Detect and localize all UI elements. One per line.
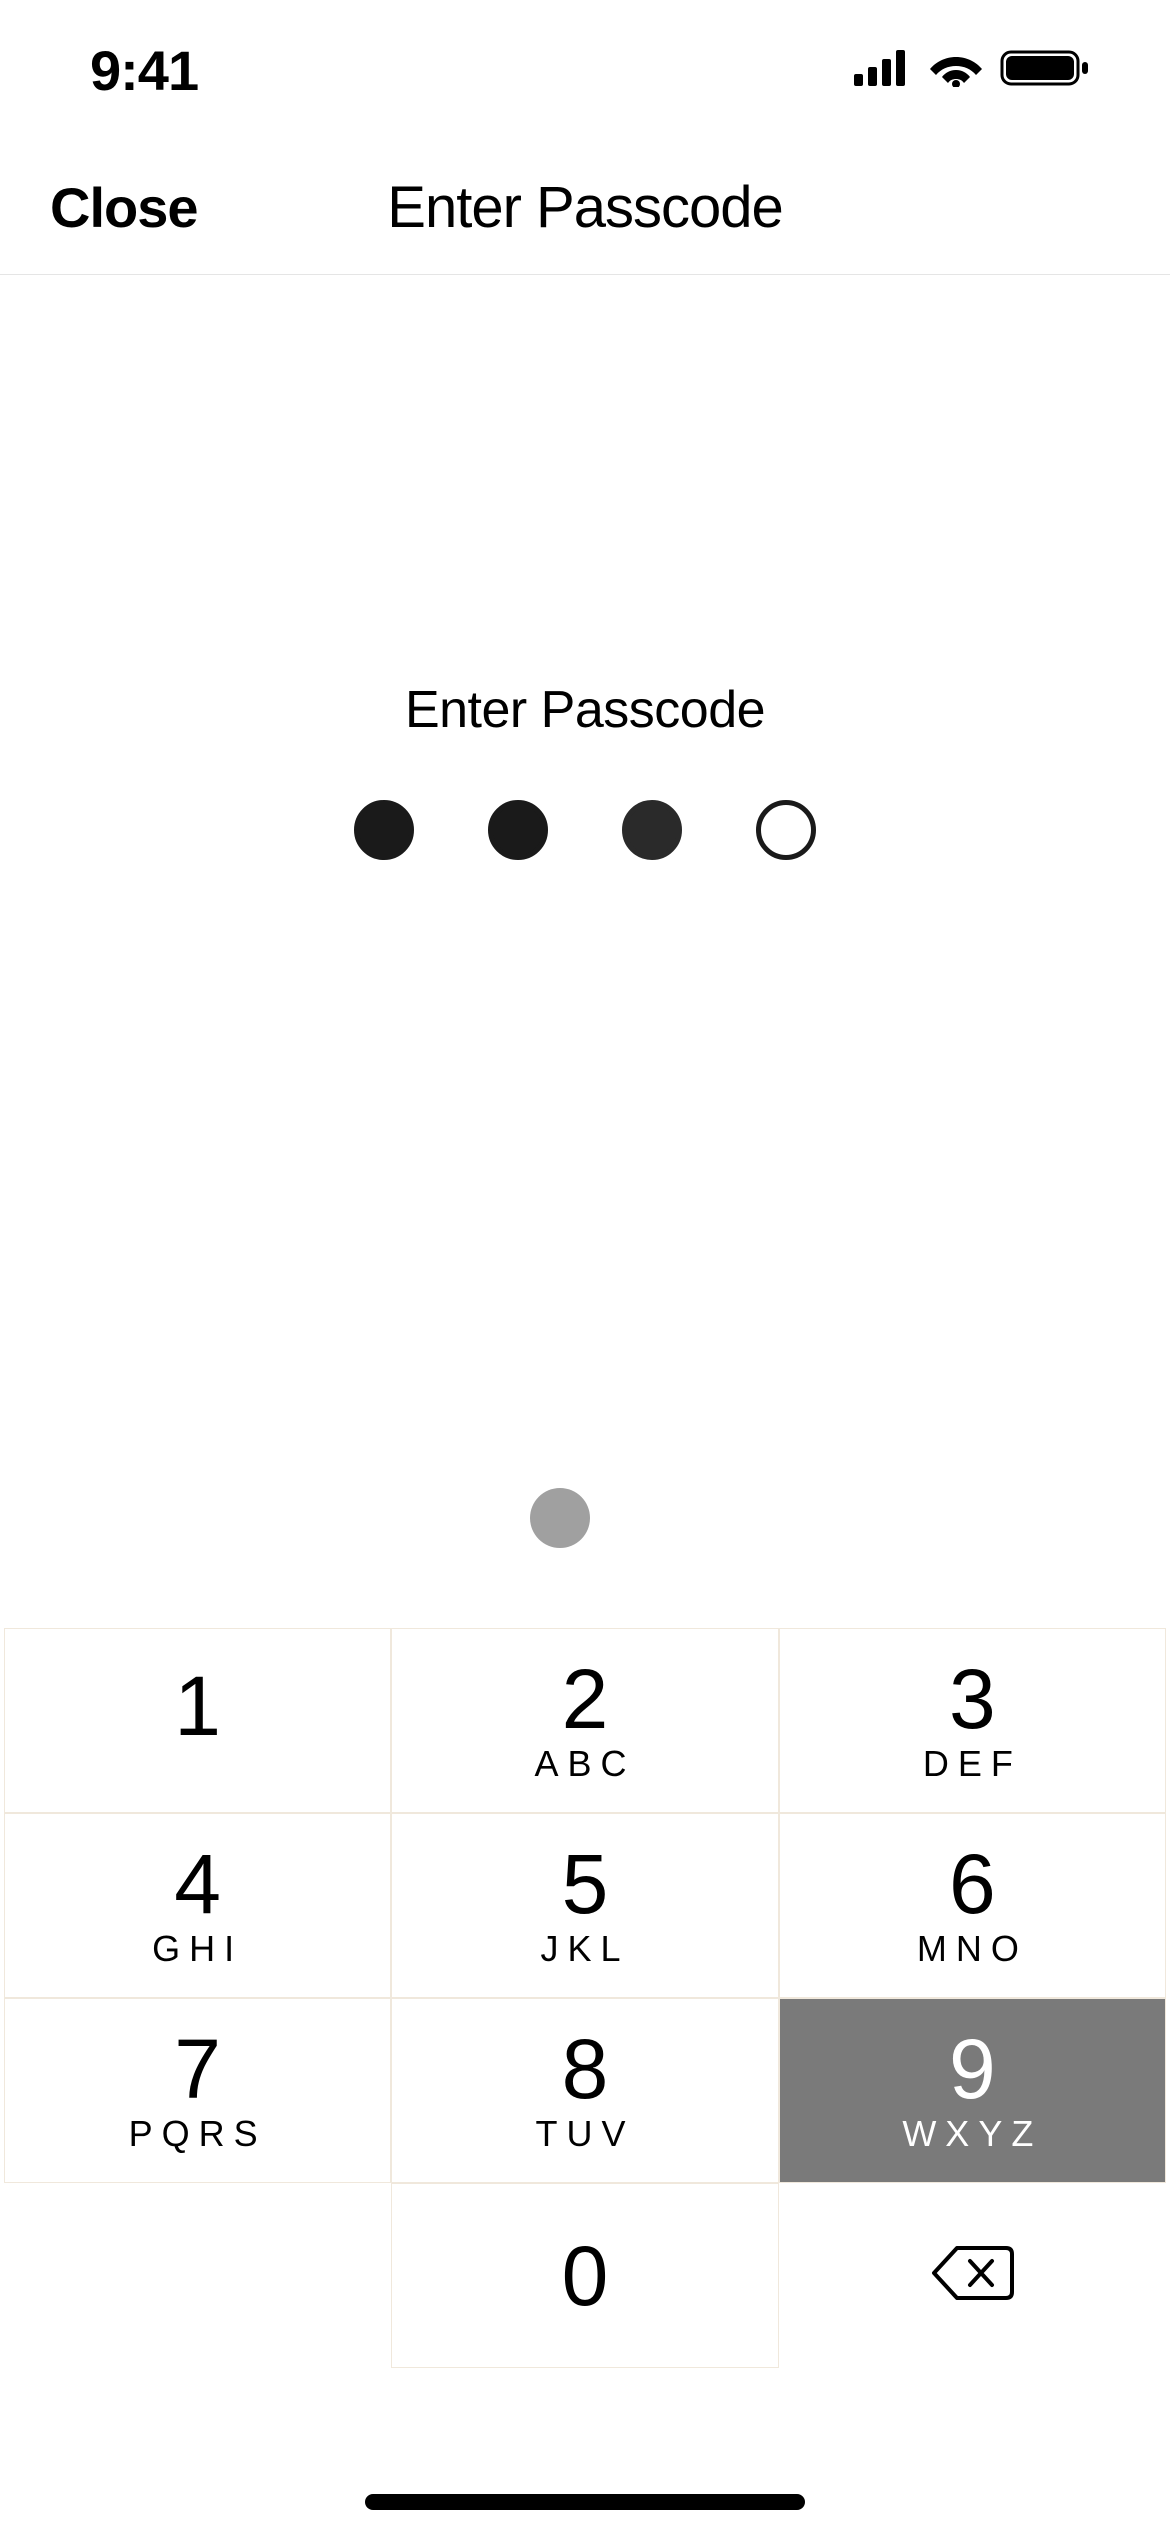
key-letters: TUV <box>535 2113 634 2155</box>
key-number: 0 <box>562 2234 609 2318</box>
passcode-prompt-area: Enter Passcode <box>0 680 1170 860</box>
key-letters: JKL <box>540 1928 629 1970</box>
status-bar: 9:41 <box>0 0 1170 140</box>
passcode-prompt-label: Enter Passcode <box>405 680 765 740</box>
keypad-key-9[interactable]: 9 WXYZ <box>779 1998 1166 2183</box>
keypad-backspace-button[interactable] <box>779 2183 1166 2368</box>
key-letters: GHI <box>152 1928 243 1970</box>
cellular-icon <box>854 50 912 91</box>
close-button[interactable]: Close <box>50 175 198 240</box>
keypad-key-blank <box>4 2183 391 2368</box>
status-time: 9:41 <box>90 38 198 103</box>
keypad-key-4[interactable]: 4 GHI <box>4 1813 391 1998</box>
passcode-dot <box>622 800 682 860</box>
key-letters: MNO <box>917 1928 1028 1970</box>
nav-header: Close Enter Passcode <box>0 140 1170 275</box>
touch-indicator <box>530 1488 590 1548</box>
keypad-key-0[interactable]: 0 <box>391 2183 778 2368</box>
backspace-icon <box>930 2244 1014 2307</box>
passcode-dots <box>354 800 816 860</box>
passcode-dot <box>756 800 816 860</box>
keypad-key-3[interactable]: 3 DEF <box>779 1628 1166 1813</box>
key-letters: ABC <box>534 1743 635 1785</box>
numeric-keypad: 1 2 ABC 3 DEF 4 GHI 5 JKL 6 MNO 7 PQRS 8… <box>4 1628 1166 2368</box>
home-indicator[interactable] <box>365 2494 805 2510</box>
passcode-dot <box>354 800 414 860</box>
keypad-key-5[interactable]: 5 JKL <box>391 1813 778 1998</box>
key-letters: WXYZ <box>902 2113 1042 2155</box>
key-number: 7 <box>174 2027 221 2111</box>
status-icons <box>854 48 1090 93</box>
keypad-key-8[interactable]: 8 TUV <box>391 1998 778 2183</box>
keypad-key-2[interactable]: 2 ABC <box>391 1628 778 1813</box>
key-number: 3 <box>949 1657 996 1741</box>
key-letters: DEF <box>923 1743 1022 1785</box>
key-number: 8 <box>562 2027 609 2111</box>
keypad-key-1[interactable]: 1 <box>4 1628 391 1813</box>
key-number: 9 <box>949 2027 996 2111</box>
wifi-icon <box>930 49 982 92</box>
battery-icon <box>1000 48 1090 93</box>
key-number: 5 <box>562 1842 609 1926</box>
key-number: 6 <box>949 1842 996 1926</box>
passcode-dot <box>488 800 548 860</box>
key-number: 2 <box>562 1657 609 1741</box>
key-number: 1 <box>174 1664 221 1748</box>
keypad-key-7[interactable]: 7 PQRS <box>4 1998 391 2183</box>
keypad-key-6[interactable]: 6 MNO <box>779 1813 1166 1998</box>
key-number: 4 <box>174 1842 221 1926</box>
key-letters: PQRS <box>129 2113 267 2155</box>
